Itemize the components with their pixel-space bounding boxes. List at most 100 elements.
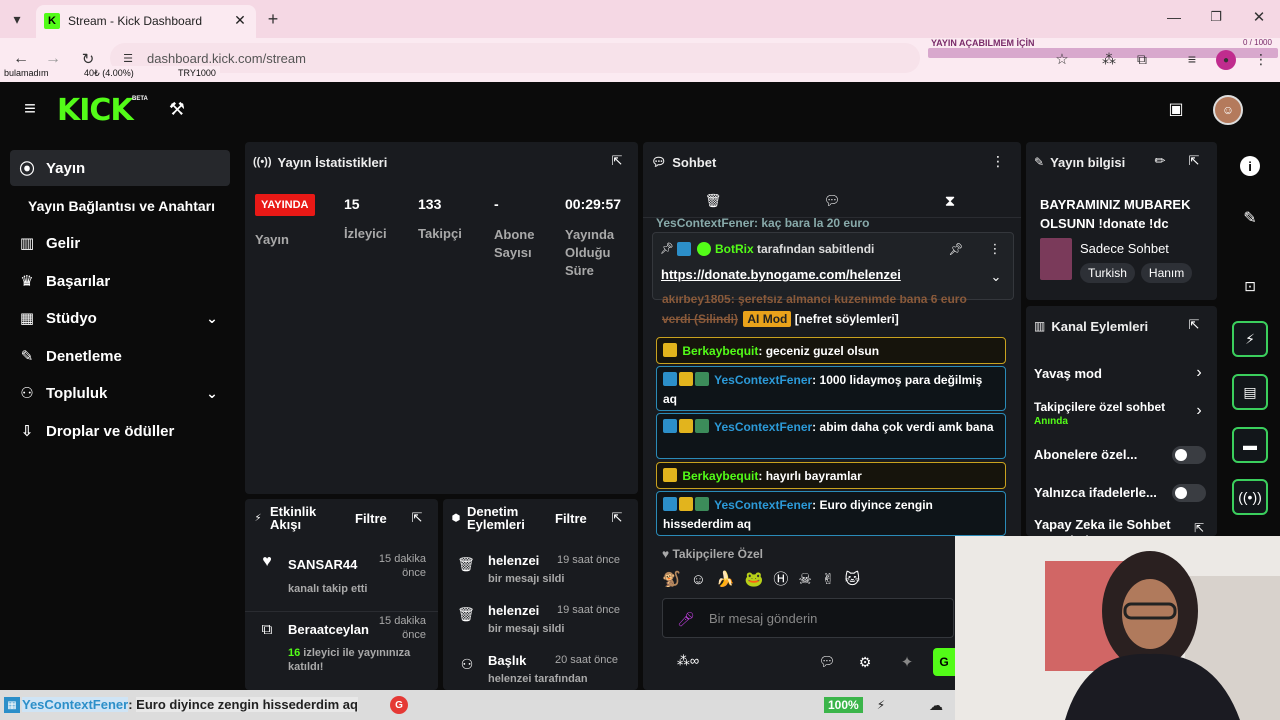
- popout-icon[interactable]: ⇱: [609, 510, 625, 526]
- chevron-down-icon[interactable]: ⌄: [202, 308, 222, 328]
- mod-user[interactable]: helenzei: [488, 603, 539, 618]
- panel-title: Denetim Eylemleri: [467, 504, 525, 532]
- chat-username[interactable]: YesContextFener: [714, 498, 812, 512]
- quick-action-button[interactable]: ⚡: [1232, 321, 1268, 357]
- subscriber-badge-icon: [695, 372, 709, 386]
- hourglass-icon[interactable]: ⧗: [942, 192, 958, 210]
- quick-action-button[interactable]: ▤: [1232, 374, 1268, 410]
- microphone-icon[interactable]: 🎤︎: [677, 610, 695, 628]
- chrome-icon[interactable]: G: [390, 696, 408, 714]
- chat-message[interactable]: YesContextFener: 1000 lidaymoş para deği…: [656, 366, 1006, 411]
- quick-action-button[interactable]: ▬: [1232, 427, 1268, 463]
- pencil-icon[interactable]: ✎: [1240, 208, 1260, 228]
- emote-icon[interactable]: ✌: [822, 571, 845, 588]
- chevron-down-icon[interactable]: ⌄: [989, 269, 1003, 285]
- video-icon[interactable]: ▣: [1165, 99, 1187, 119]
- maximize-icon[interactable]: ❐: [1207, 8, 1225, 26]
- emote-icon[interactable]: 🐒: [662, 571, 691, 588]
- address-bar[interactable]: ☰ dashboard.kick.com/stream: [110, 43, 920, 73]
- subs-only-toggle[interactable]: [1172, 446, 1206, 464]
- slow-mode-row[interactable]: Yavaş mod ›: [1034, 363, 1210, 385]
- category-name[interactable]: Sadece Sohbet: [1080, 241, 1169, 256]
- chat-username[interactable]: Berkaybequit: [682, 469, 758, 483]
- edit-icon[interactable]: ✏: [1152, 153, 1168, 169]
- sidebar-item-denetleme[interactable]: ✎ Denetleme: [10, 338, 230, 374]
- kick-logo[interactable]: KICK: [57, 93, 134, 128]
- popout-icon[interactable]: ⇱: [1186, 317, 1202, 333]
- focus-icon[interactable]: ⊡: [1240, 276, 1260, 296]
- pinned-message[interactable]: 📌︎ BotRix tarafından sabitlendi 📌︎ ⋮ htt…: [652, 232, 1014, 300]
- mod-user[interactable]: Başlık: [488, 653, 526, 668]
- emote-icon[interactable]: 🐱: [844, 571, 870, 588]
- emote-icon[interactable]: ☠: [798, 571, 821, 588]
- chat-username[interactable]: Berkaybequit: [682, 344, 758, 358]
- popout-icon[interactable]: ⇱: [409, 510, 425, 526]
- activity-user[interactable]: Beraatceylan: [288, 622, 369, 637]
- info-icon[interactable]: i: [1240, 156, 1260, 176]
- emote-icon[interactable]: Ⓗ: [773, 571, 798, 588]
- sidebar-item-topluluk[interactable]: ⚇ Topluluk ⌄: [10, 375, 230, 411]
- windows-icon[interactable]: ▦: [4, 697, 20, 713]
- filter-button[interactable]: Filtre: [355, 511, 387, 526]
- bookmark-star-icon[interactable]: ☆: [1053, 50, 1071, 68]
- filter-button[interactable]: Filtre: [555, 511, 587, 526]
- emotes-only-toggle[interactable]: [1172, 484, 1206, 502]
- profile-icon[interactable]: ●: [1216, 50, 1236, 70]
- popout-icon[interactable]: ⇱: [1192, 520, 1206, 536]
- chat-bubble-icon[interactable]: 💬︎: [823, 192, 841, 210]
- more-options-icon[interactable]: ⋮: [989, 241, 1002, 257]
- new-tab-icon[interactable]: +: [264, 9, 282, 29]
- browser-tab[interactable]: K Stream - Kick Dashboard ✕: [36, 5, 256, 38]
- hamburger-menu-icon[interactable]: ≡: [20, 98, 40, 120]
- chat-username[interactable]: YesContextFener: [714, 373, 812, 387]
- chat-bubble-icon[interactable]: 💬︎: [819, 654, 836, 670]
- followers-chat-row[interactable]: Takipçilere özel sohbet Anında ›: [1034, 398, 1210, 432]
- pinned-link[interactable]: https://donate.bynogame.com/helenzei: [661, 267, 901, 282]
- sidebar-item-studyo[interactable]: ▦ Stüdyo ⌄: [10, 300, 230, 336]
- sidebar-item-yayin[interactable]: ⦿ Yayın: [10, 150, 230, 186]
- kick-points-icon[interactable]: ⁂∞: [668, 652, 708, 670]
- site-info-icon[interactable]: ☰: [120, 50, 136, 66]
- mod-user[interactable]: helenzei: [488, 553, 539, 568]
- puzzle-icon[interactable]: ✦: [897, 652, 917, 672]
- menu-dots-icon[interactable]: ⋮: [1253, 50, 1269, 68]
- cloud-icon[interactable]: ☁: [926, 696, 946, 714]
- pinned-by-user[interactable]: BotRix: [715, 242, 754, 256]
- chat-message[interactable]: Berkaybequit: hayırlı bayramlar: [656, 462, 1006, 489]
- chevron-down-icon[interactable]: ⌄: [202, 383, 222, 403]
- tab-list-icon[interactable]: ▾: [8, 10, 26, 28]
- emote-icon[interactable]: 🍌: [716, 571, 745, 588]
- hammer-icon[interactable]: ⚒: [167, 99, 187, 119]
- chat-username[interactable]: YesContextFener: [714, 420, 812, 434]
- puzzle-icon[interactable]: ⧉: [1133, 50, 1151, 68]
- more-options-icon[interactable]: ⋮: [991, 153, 1005, 169]
- verified-icon: [697, 242, 711, 256]
- trash-icon[interactable]: 🗑︎: [705, 192, 722, 210]
- chat-input[interactable]: 🎤︎ Bir mesaj gönderin: [662, 598, 954, 638]
- quick-action-button[interactable]: ((•)): [1232, 479, 1268, 515]
- close-tab-icon[interactable]: ✕: [232, 12, 248, 28]
- popout-icon[interactable]: ⇱: [1186, 153, 1202, 169]
- media-icon[interactable]: ≡: [1183, 50, 1201, 68]
- sidebar-item-gelir[interactable]: ▥ Gelir: [10, 225, 230, 261]
- sidebar-item-basarilar[interactable]: ♛ Başarılar: [10, 263, 230, 299]
- tag[interactable]: Hanım: [1140, 263, 1193, 283]
- close-window-icon[interactable]: ✕: [1250, 8, 1268, 26]
- unpin-icon[interactable]: 📌︎: [948, 241, 963, 257]
- settings-icon[interactable]: ⚙: [857, 654, 873, 670]
- chat-message[interactable]: YesContextFener: abim daha çok verdi amk…: [656, 413, 1006, 459]
- activity-user[interactable]: SANSAR44: [288, 557, 357, 572]
- popout-icon[interactable]: ⇱: [609, 153, 625, 169]
- avatar[interactable]: ☺: [1213, 95, 1243, 125]
- emote-icon[interactable]: ☺: [691, 571, 716, 588]
- send-button[interactable]: G: [933, 648, 955, 676]
- tag[interactable]: Turkish: [1080, 263, 1135, 283]
- chat-message[interactable]: Berkaybequit: geceniz guzel olsun: [656, 337, 1006, 364]
- chat-message[interactable]: YesContextFener: Euro diyince zengin his…: [656, 491, 1006, 536]
- emote-icon[interactable]: 🐸: [745, 571, 774, 588]
- sidebar-item-droplar[interactable]: ⇩ Droplar ve ödüller: [10, 413, 230, 449]
- extensions-icon[interactable]: ⁂: [1100, 50, 1118, 68]
- duration-label: Yayında Olduğu Süre: [565, 227, 615, 278]
- minimize-icon[interactable]: —: [1165, 8, 1183, 26]
- sidebar-item-stream-key[interactable]: Yayın Bağlantısı ve Anahtarı: [28, 188, 248, 224]
